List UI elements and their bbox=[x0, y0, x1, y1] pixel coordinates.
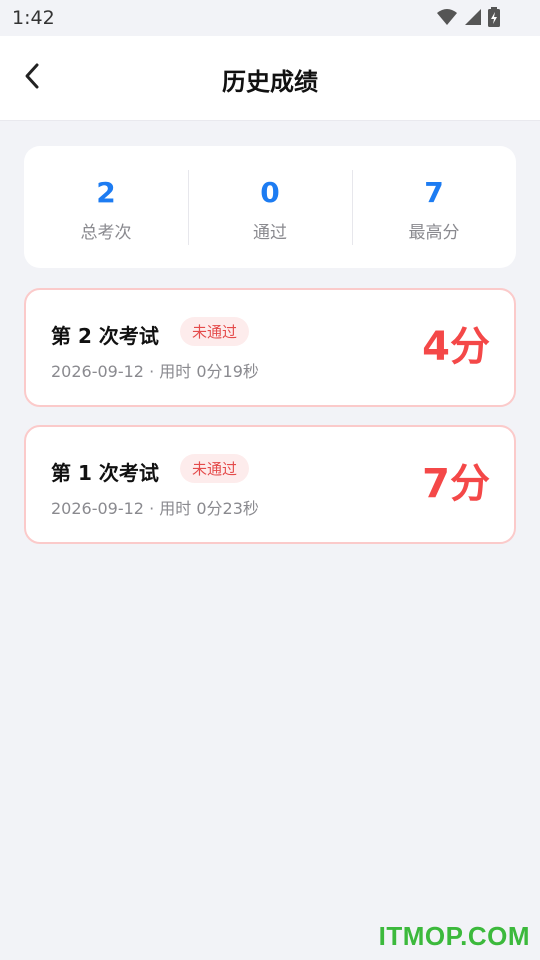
exam-record-card[interactable]: 第 2 次考试 未通过 2026-09-12 · 用时 0分19秒 4分 bbox=[24, 288, 516, 407]
status-time: 1:42 bbox=[12, 7, 55, 29]
page-title: 历史成绩 bbox=[222, 68, 318, 96]
summary-card: 2 总考次 0 通过 7 最高分 bbox=[24, 146, 516, 268]
stat-label: 最高分 bbox=[408, 223, 460, 243]
stat-label: 总考次 bbox=[80, 223, 132, 243]
stat-value: 0 bbox=[260, 176, 280, 209]
battery-charging-icon bbox=[488, 7, 500, 31]
stat-passed: 0 通过 bbox=[188, 146, 352, 268]
stat-label: 通过 bbox=[253, 223, 287, 243]
exam-record-card[interactable]: 第 1 次考试 未通过 2026-09-12 · 用时 0分23秒 7分 bbox=[24, 425, 516, 544]
stat-total-attempts: 2 总考次 bbox=[24, 146, 188, 268]
stat-value: 7 bbox=[424, 176, 444, 209]
record-meta: 2026-09-12 · 用时 0分19秒 bbox=[51, 362, 259, 381]
app-bar: 历史成绩 bbox=[0, 36, 540, 121]
status-icons bbox=[436, 7, 500, 31]
stat-value: 2 bbox=[96, 176, 116, 209]
watermark: ITMOP.COM bbox=[378, 921, 530, 951]
stat-highest-score: 7 最高分 bbox=[352, 146, 516, 268]
record-score: 7分 bbox=[422, 461, 490, 507]
status-badge: 未通过 bbox=[180, 454, 250, 483]
wifi-icon bbox=[436, 8, 458, 30]
record-score: 4分 bbox=[422, 324, 490, 370]
status-bar: 1:42 bbox=[0, 0, 540, 36]
signal-icon bbox=[464, 8, 482, 30]
status-badge: 未通过 bbox=[180, 317, 250, 346]
record-title: 第 1 次考试 bbox=[51, 461, 159, 485]
record-meta: 2026-09-12 · 用时 0分23秒 bbox=[51, 499, 259, 518]
record-title: 第 2 次考试 bbox=[51, 324, 159, 348]
